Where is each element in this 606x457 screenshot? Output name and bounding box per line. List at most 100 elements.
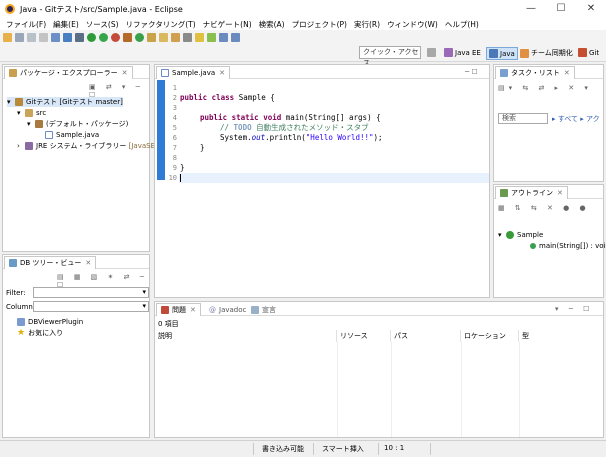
toggle-icon[interactable]	[51, 32, 60, 42]
menu-file[interactable]: ファイル(F)	[4, 17, 51, 30]
close-icon[interactable]: ✕	[219, 67, 225, 79]
perspective-team-sync[interactable]: チーム同期化	[518, 47, 575, 59]
open-perspective-button[interactable]	[425, 47, 440, 58]
menu-navigate[interactable]: ナビゲート(N)	[201, 17, 257, 30]
new-icon[interactable]	[3, 32, 12, 42]
menu-search[interactable]: 検索(A)	[257, 17, 290, 30]
minimize-button[interactable]: —	[516, 0, 546, 17]
tab-outline[interactable]: アウトライン ✕	[495, 186, 568, 199]
perspective-java-ee[interactable]: Java EE	[442, 47, 483, 58]
column-divider	[391, 342, 392, 437]
chevron-down-icon[interactable]: ▾	[498, 230, 506, 240]
tree-item-jre[interactable]: › JRE システム・ライブラリー [JavaSE-1.8]	[17, 141, 171, 151]
column-resource[interactable]: リソース	[337, 330, 391, 342]
db-item-dbviewer[interactable]: DBViewerPlugin	[17, 317, 83, 327]
open-type-icon[interactable]	[147, 32, 156, 42]
search-icon[interactable]	[183, 32, 192, 42]
close-icon[interactable]: ✕	[190, 304, 196, 316]
outline-item-class[interactable]: ▾ Sample	[498, 230, 543, 240]
forward-icon[interactable]	[231, 32, 240, 42]
tab-javadoc[interactable]: @ Javadoc	[205, 303, 250, 316]
tab-package-explorer[interactable]: パッケージ・エクスプローラー ✕	[4, 66, 133, 79]
print-icon[interactable]	[39, 32, 48, 42]
annotation-icon[interactable]	[195, 32, 204, 42]
outline-icon	[500, 189, 508, 197]
tab-declaration[interactable]: 宣言	[247, 303, 280, 316]
close-icon[interactable]: ✕	[557, 187, 563, 199]
editor-panel: Sample.java ✕ ─ ☐ 1 2 3 4 5 6 7 8 9 10 pu…	[154, 64, 490, 298]
status-writable: 書き込み可能	[262, 445, 304, 453]
activate-link[interactable]: アク	[586, 115, 600, 123]
perspective-git[interactable]: Git	[576, 47, 601, 58]
project-icon	[15, 98, 23, 106]
task-search-input[interactable]: 検索	[498, 113, 548, 124]
task-filter-all[interactable]: ▸ すべて ▸ アク	[552, 114, 600, 124]
column-dropdown[interactable]: ▾	[33, 301, 149, 312]
quick-access-input[interactable]: クイック・アクセス	[359, 46, 421, 67]
perspective-label: チーム同期化	[531, 49, 573, 57]
debug-icon[interactable]	[87, 32, 96, 42]
perspective-java[interactable]: Java	[486, 47, 518, 60]
chevron-down-icon[interactable]: ▾	[7, 97, 15, 107]
perspective-label: Java EE	[455, 48, 481, 57]
filter-dropdown[interactable]: ▾	[33, 287, 149, 298]
open-task-icon[interactable]	[171, 32, 180, 42]
tab-label: Sample.java	[172, 69, 216, 77]
save-icon[interactable]	[15, 32, 24, 42]
debug-skip-icon[interactable]	[63, 32, 72, 42]
external-tools-icon[interactable]	[111, 32, 120, 42]
tab-task-list[interactable]: タスク・リスト ✕	[495, 66, 575, 79]
back-icon[interactable]	[219, 32, 228, 42]
maximize-button[interactable]: ☐	[546, 0, 576, 17]
outline-toolbar[interactable]: ▦ ⇅ ⇆ ✕ ● ●	[498, 204, 590, 212]
code-line-2: public class Sample {	[180, 93, 275, 102]
tree-item-sample-java[interactable]: Sample.java	[45, 130, 99, 140]
chevron-down-icon[interactable]: ▾	[17, 108, 25, 118]
tab-sample-java[interactable]: Sample.java ✕	[156, 66, 231, 79]
outline-item-method[interactable]: main(String[]) : void	[530, 241, 606, 251]
chevron-down-icon[interactable]: ▾	[27, 119, 35, 129]
db-item-label: お気に入り	[28, 329, 64, 337]
code-editor[interactable]: 1 2 3 4 5 6 7 8 9 10 public class Sample…	[155, 80, 489, 297]
task-list-panel: タスク・リスト ✕ ▤▾ ⇆ ⇄ ▸ ✕ ▾ 検索 ▸ すべて ▸ アク	[493, 64, 604, 182]
tree-item-src[interactable]: ▾ src	[17, 108, 46, 118]
tab-label: Javadoc	[219, 305, 247, 314]
menu-source[interactable]: ソース(S)	[84, 17, 124, 30]
close-button[interactable]: ✕	[576, 0, 606, 17]
next-annotation-icon[interactable]	[207, 32, 216, 42]
save-all-icon[interactable]	[27, 32, 36, 42]
tree-item-project[interactable]: ▾ Gitテスト [Gitテスト master]	[7, 97, 123, 107]
run-icon[interactable]	[99, 32, 108, 42]
tree-item-default-package[interactable]: ▾ (デフォルト・パッケージ)	[27, 119, 128, 129]
close-icon[interactable]: ✕	[122, 67, 128, 79]
close-icon[interactable]: ✕	[85, 257, 91, 269]
all-link[interactable]: すべて	[558, 115, 578, 123]
menu-run[interactable]: 実行(R)	[352, 17, 385, 30]
tab-db-tree[interactable]: DB ツリー・ビュー ✕	[4, 256, 97, 269]
menu-window[interactable]: ウィンドウ(W)	[385, 17, 443, 30]
menu-edit[interactable]: 編集(E)	[51, 17, 84, 30]
perspective-label: Java	[500, 49, 515, 58]
problems-controls[interactable]: ▾ ─ ☐	[555, 305, 593, 313]
task-toolbar[interactable]: ▤▾ ⇆ ⇄ ▸ ✕ ▾	[498, 84, 592, 92]
settings-icon[interactable]	[75, 32, 84, 42]
column-location[interactable]: ロケーション	[461, 330, 519, 342]
new-java-project-icon[interactable]	[123, 32, 132, 42]
column-path[interactable]: パス	[391, 330, 461, 342]
db-item-favorites[interactable]: ★ お気に入り	[17, 328, 63, 338]
text-cursor	[180, 174, 181, 182]
close-icon[interactable]: ✕	[564, 67, 570, 79]
menu-refactor[interactable]: リファクタリング(T)	[124, 17, 201, 30]
menu-help[interactable]: ヘルプ(H)	[443, 17, 484, 30]
open-folder-icon[interactable]	[159, 32, 168, 42]
tab-problems[interactable]: 問題 ✕	[156, 303, 201, 316]
tab-label: 宣言	[262, 305, 276, 314]
new-class-icon[interactable]	[135, 32, 144, 42]
column-type[interactable]: 型	[519, 330, 603, 342]
current-line-highlight	[179, 173, 489, 183]
chevron-right-icon[interactable]: ›	[17, 141, 25, 151]
editor-window-controls[interactable]: ─ ☐	[465, 68, 478, 76]
column-description[interactable]: 説明	[155, 330, 337, 342]
outline-header: アウトライン ✕	[494, 185, 603, 199]
menu-project[interactable]: プロジェクト(P)	[290, 17, 352, 30]
